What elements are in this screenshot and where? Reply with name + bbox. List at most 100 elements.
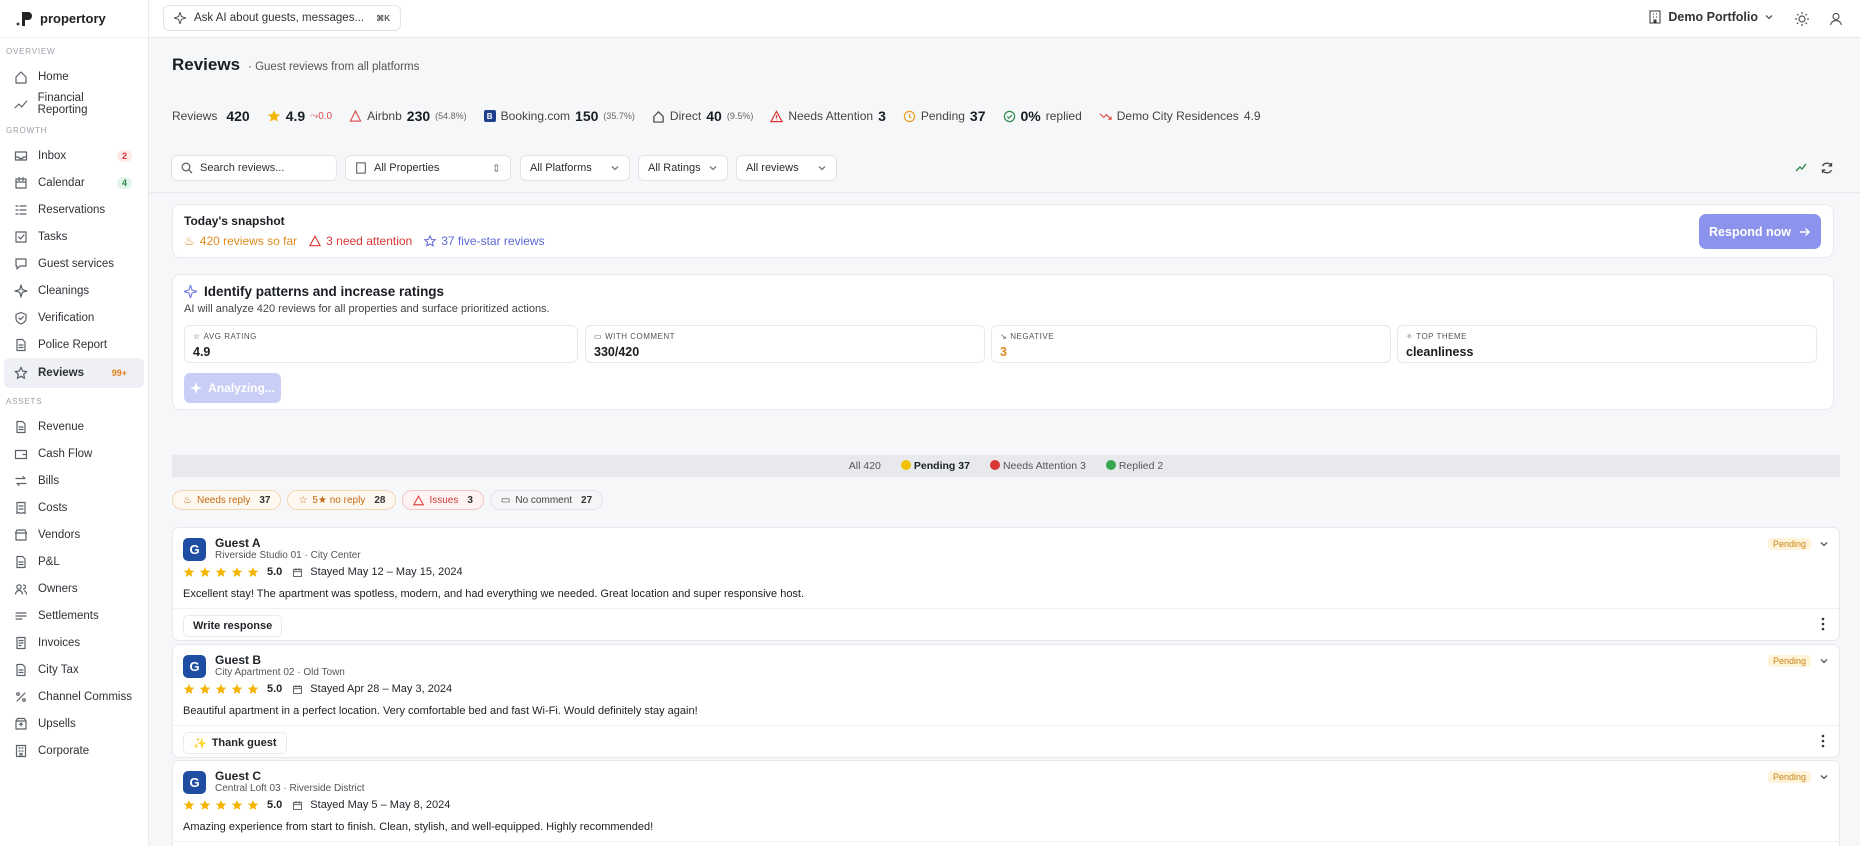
chip-no-comment[interactable]: ▭ No comment 27 (489, 490, 604, 510)
refresh-icon[interactable] (1820, 161, 1834, 175)
sidebar-item-label: Cleanings (38, 284, 90, 297)
flame-icon: ♨ (184, 234, 195, 248)
metric-with-comment: ▭ WITH COMMENT 330/420 (585, 325, 985, 363)
ai-title: Identify patterns and increase ratings (204, 284, 445, 299)
sidebar-item-label: Owners (38, 582, 78, 595)
tab-needs-attention[interactable]: Needs Attention 3 (989, 460, 1086, 472)
analyzing-button[interactable]: Analyzing... (184, 373, 281, 403)
chip-needs-reply[interactable]: ♨ Needs reply 37 (172, 490, 282, 510)
logo-icon (16, 11, 32, 26)
users-icon (14, 583, 28, 595)
house-icon (653, 110, 664, 123)
upsell-icon (15, 717, 27, 730)
vendor-icon (14, 528, 28, 541)
sidebar-item-label: Vendors (38, 528, 81, 541)
more-options-icon[interactable] (1817, 617, 1829, 631)
arrow-right-icon (1799, 227, 1810, 236)
sidebar-item-invoices[interactable]: Invoices (4, 629, 144, 656)
sidebar-item-owners[interactable]: Owners (4, 575, 144, 602)
sidebar-item-settlements[interactable]: Settlements (4, 602, 144, 629)
arrows-icon (15, 475, 27, 486)
nav-badge: 99+ (111, 368, 127, 378)
invoice-icon (16, 636, 26, 649)
sidebar-item-inbox[interactable]: Inbox 2 (4, 142, 144, 169)
sidebar-nav: OVERVIEW Home Financial Reporting GROWTH … (0, 38, 148, 764)
sidebar-item-reservations[interactable]: Reservations (4, 196, 144, 223)
sidebar-item-verification[interactable]: Verification (4, 304, 144, 331)
sidebar-item-channel-commiss[interactable]: Channel Commiss (4, 683, 144, 710)
guest-name: Guest A (215, 536, 261, 550)
booking-icon: B (483, 110, 496, 122)
avatar: G (183, 538, 206, 561)
chip-five-star-no-reply[interactable]: ☆ 5★ no reply 28 (287, 490, 397, 510)
sidebar-item-label: Inbox (38, 149, 67, 162)
page-subtitle: · Guest reviews from all platforms (248, 61, 420, 73)
stat-direct: Direct 40 (9.5%) (652, 108, 753, 124)
user-icon[interactable] (1828, 11, 1844, 27)
sidebar-item-home[interactable]: Home (4, 63, 144, 90)
chip-issues[interactable]: Issues 3 (402, 490, 484, 510)
properties-value: All Properties (374, 162, 440, 174)
reviews-type-select[interactable]: All reviews (736, 155, 837, 181)
sidebar-item-revenue[interactable]: Revenue (4, 413, 144, 440)
star-outline-icon: ☆ (298, 494, 308, 506)
tab-all[interactable]: All 420 (849, 460, 881, 472)
sidebar-item-city-tax[interactable]: City Tax (4, 656, 144, 683)
review-text: Amazing experience from start to finish.… (183, 821, 654, 833)
rating-row: 5.0 Stayed Apr 28 – May 3, 2024 (183, 683, 452, 695)
sidebar-item-cash-flow[interactable]: Cash Flow (4, 440, 144, 467)
stats-bar: Reviews 420 4.9 ⤳0.0 Airbnb 230 (54.8%) B B… (172, 108, 1840, 124)
tab-pending[interactable]: Pending 37 (900, 460, 970, 472)
stay-dates: Stayed May 5 – May 8, 2024 (310, 799, 451, 811)
home-icon (15, 70, 27, 84)
list-icon (15, 204, 27, 215)
portfolio-selector[interactable]: Demo Portfolio (1648, 10, 1774, 24)
sidebar-item-financial-reporting[interactable]: Financial Reporting (4, 90, 144, 117)
chevron-down-icon[interactable] (1819, 539, 1829, 549)
sidebar-item-label: Reviews (38, 367, 85, 379)
sidebar-item-police-report[interactable]: Police Report (4, 331, 144, 358)
chevron-down-icon[interactable] (1819, 656, 1829, 666)
stay-dates: Stayed Apr 28 – May 3, 2024 (310, 683, 453, 695)
more-options-icon[interactable] (1817, 734, 1829, 748)
wallet-icon (14, 449, 28, 459)
sidebar-item-p-l[interactable]: P&L (4, 548, 144, 575)
app-logo[interactable]: propertory (0, 0, 148, 38)
metric-top-theme: ✧ TOP THEME cleanliness (1397, 325, 1817, 363)
sparkle-icon (14, 283, 28, 298)
sparkle-icon (174, 12, 186, 24)
theme-toggle-icon[interactable] (1794, 11, 1810, 27)
sidebar-item-vendors[interactable]: Vendors (4, 521, 144, 548)
building-icon (1649, 10, 1662, 24)
status-badge: Pending (1767, 655, 1811, 667)
app-name: propertory (40, 11, 106, 26)
document-icon (16, 663, 26, 676)
top-bar: Ask AI about guests, messages... ⌘K Demo… (149, 0, 1860, 38)
ask-ai-input[interactable]: Ask AI about guests, messages... ⌘K (163, 5, 401, 31)
search-input[interactable]: Search reviews... (171, 155, 337, 181)
rating-row: 5.0 Stayed May 12 – May 15, 2024 (183, 566, 463, 578)
sync-check-icon[interactable] (1794, 161, 1808, 175)
sidebar-item-corporate[interactable]: Corporate (4, 737, 144, 764)
building-icon (356, 162, 366, 174)
platforms-select[interactable]: All Platforms (520, 155, 630, 181)
ratings-select[interactable]: All Ratings (638, 155, 728, 181)
chevron-down-icon[interactable] (1819, 772, 1829, 782)
sidebar-item-tasks[interactable]: Tasks (4, 223, 144, 250)
updown-icon: ⇕ (491, 162, 501, 175)
sidebar-section-label: ASSETS (6, 397, 43, 406)
respond-now-button[interactable]: Respond now (1699, 214, 1821, 249)
properties-select[interactable]: All Properties ⇕ (345, 155, 511, 181)
sidebar-item-bills[interactable]: Bills (4, 467, 144, 494)
document-icon (16, 420, 26, 433)
sidebar-item-upsells[interactable]: Upsells (4, 710, 144, 737)
sidebar-item-guest-services[interactable]: Guest services (4, 250, 144, 277)
metric-avg-rating: ☆ AVG RATING 4.9 (184, 325, 578, 363)
sidebar-item-reviews[interactable]: Reviews 99+ (4, 358, 144, 388)
sidebar-item-calendar[interactable]: Calendar 4 (4, 169, 144, 196)
review-action-button[interactable]: ✨ Thank guest (183, 732, 287, 754)
sidebar-item-cleanings[interactable]: Cleanings (4, 277, 144, 304)
sidebar-item-costs[interactable]: Costs (4, 494, 144, 521)
tab-replied[interactable]: Replied 2 (1105, 460, 1163, 472)
review-action-button[interactable]: Write response (183, 615, 283, 637)
